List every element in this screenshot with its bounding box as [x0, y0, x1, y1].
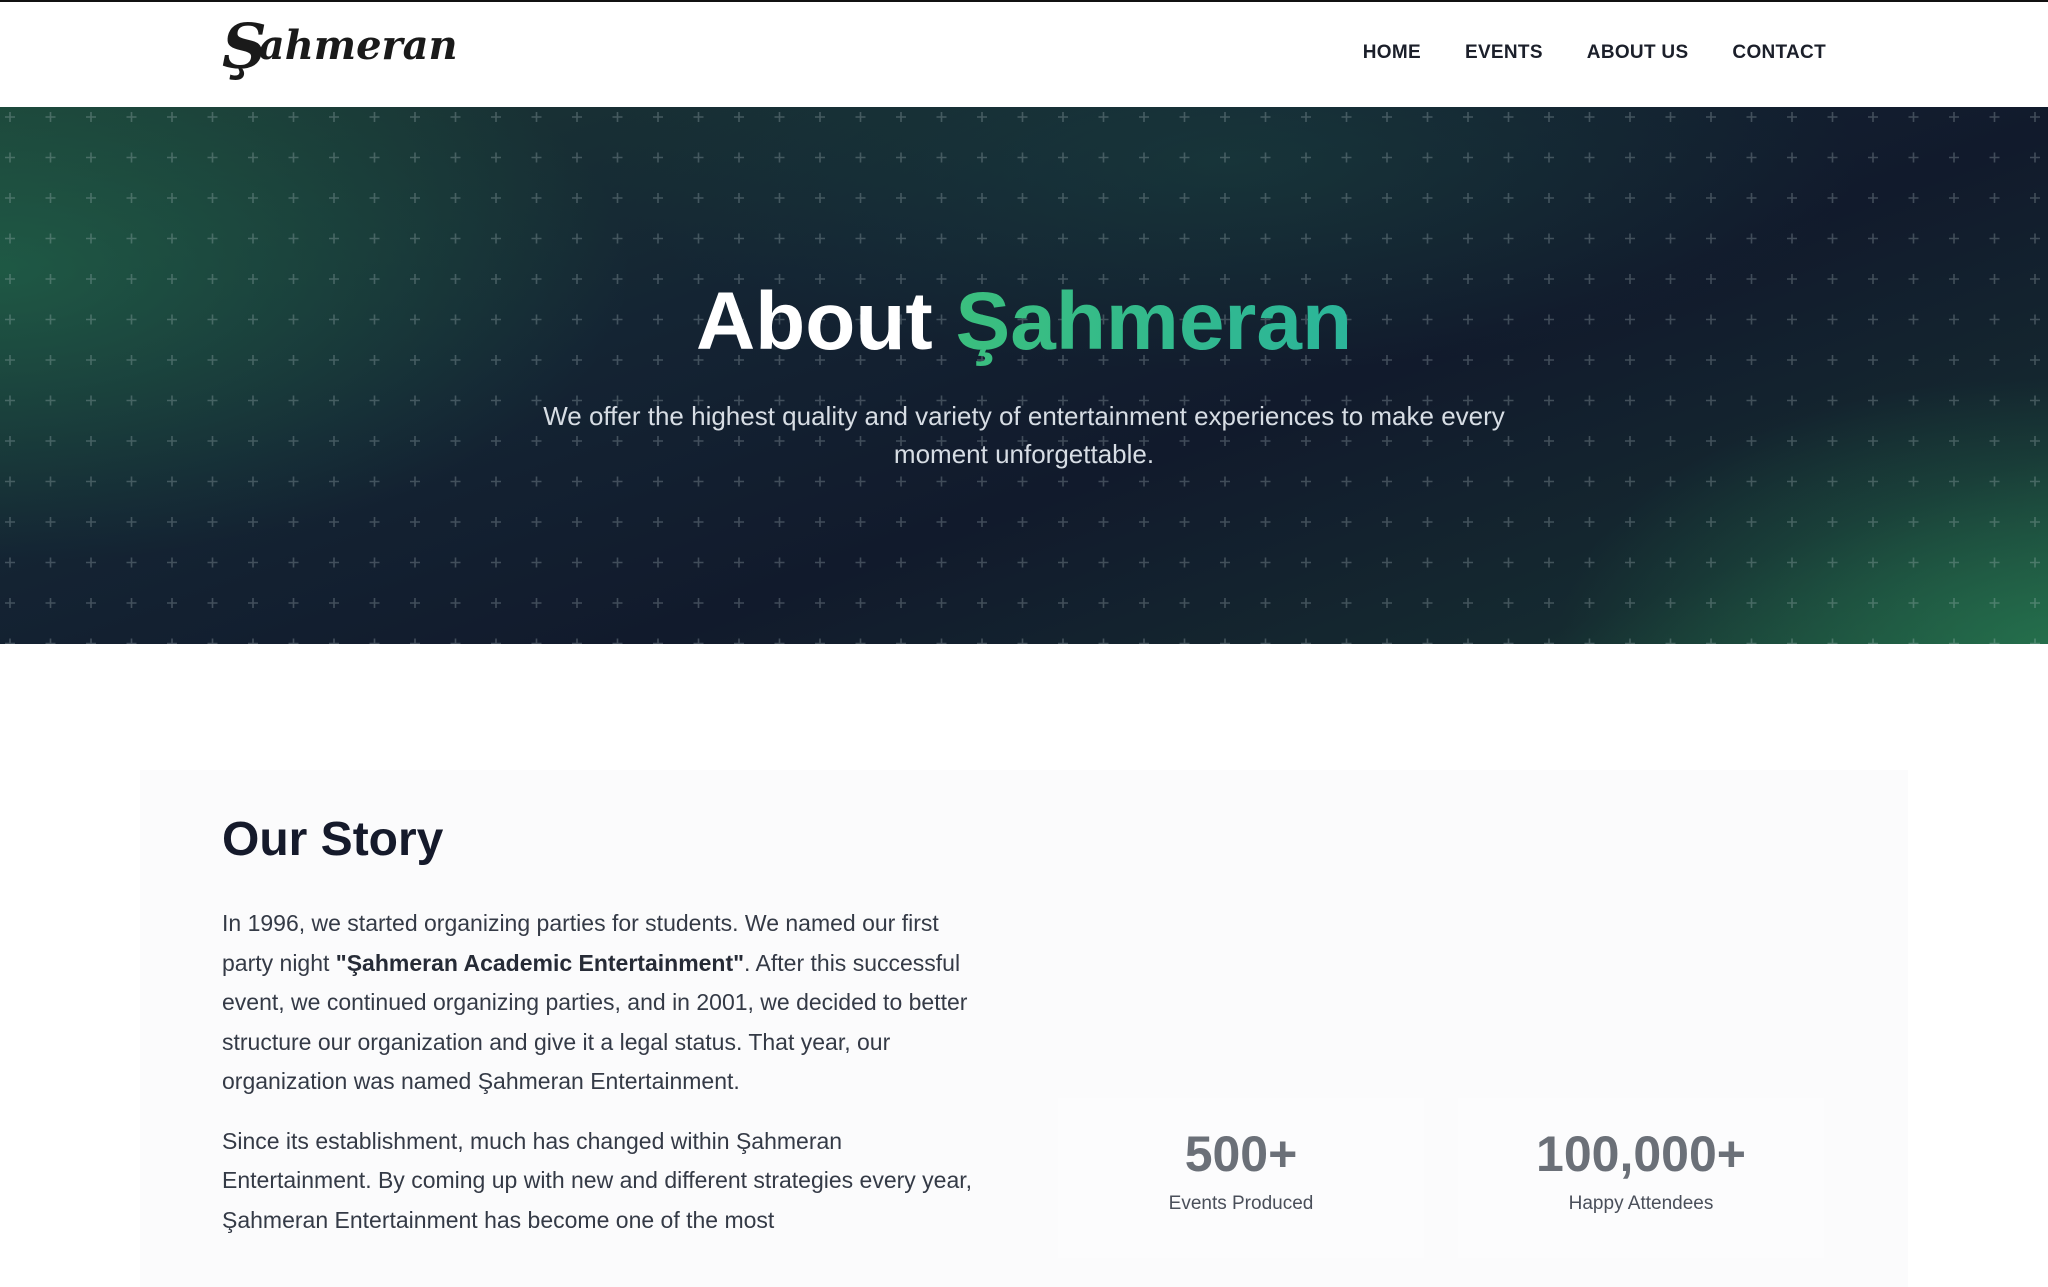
hero-banner: About Şahmeran We offer the highest qual…: [0, 107, 2048, 644]
hero-subtitle: We offer the highest quality and variety…: [543, 401, 1505, 469]
nav-contact[interactable]: CONTACT: [1732, 42, 1826, 64]
hero-title-accent: Şahmeran: [955, 276, 1353, 367]
stat-card-events: 500+ Events Produced: [1058, 1098, 1424, 1258]
nav-home[interactable]: HOME: [1363, 42, 1421, 64]
story-title: Our Story: [222, 813, 444, 866]
story-p1-highlight: "Şahmeran Academic Entertainment": [335, 949, 745, 976]
hero-title-plain: About: [695, 276, 933, 367]
page: Ş ahmeran HOME EVENTS ABOUT US CONTACT A…: [0, 0, 2048, 1287]
stat-label: Happy Attendees: [1568, 1193, 1714, 1214]
stat-value: 100,000+: [1536, 1126, 1746, 1182]
site-header: Ş ahmeran HOME EVENTS ABOUT US CONTACT: [0, 2, 2048, 107]
stat-label: Events Produced: [1168, 1193, 1314, 1214]
logo-text: ahmeran: [258, 22, 458, 69]
story-body: In 1996, we started organizing parties f…: [222, 904, 982, 1240]
main-nav: HOME EVENTS ABOUT US CONTACT: [1363, 42, 1826, 64]
plus-pattern: [0, 107, 2048, 644]
story-paragraph-2: Since its establishment, much has change…: [222, 1127, 973, 1233]
hero-title: About Şahmeran: [0, 277, 2048, 367]
site-logo[interactable]: Ş ahmeran: [222, 16, 458, 78]
story-paragraph-1: In 1996, we started organizing parties f…: [222, 904, 982, 1102]
stat-value: 500+: [1184, 1126, 1298, 1182]
nav-events[interactable]: EVENTS: [1465, 42, 1543, 64]
stat-card-attendees: 100,000+ Happy Attendees: [1458, 1098, 1824, 1258]
nav-about-us[interactable]: ABOUT US: [1587, 42, 1689, 64]
